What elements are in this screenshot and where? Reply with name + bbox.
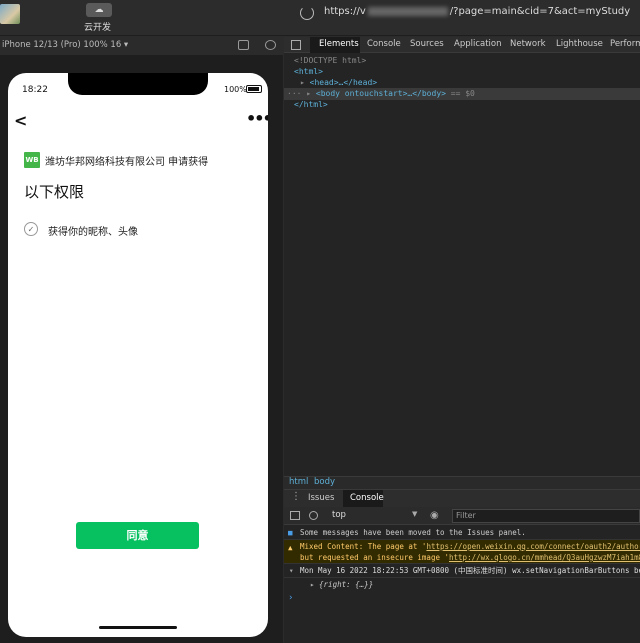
- agree-button[interactable]: 同意: [76, 522, 199, 549]
- context-value: top: [332, 510, 346, 520]
- drawer-tab-issues[interactable]: Issues: [308, 493, 334, 503]
- console-prompt-icon[interactable]: ›: [289, 593, 293, 603]
- warning-icon: ▲: [288, 543, 293, 552]
- phone-screen: 18:22 100% < ••• WB 潍坊华邦网络科技有限公司 申请获得 以下…: [8, 73, 268, 637]
- back-chevron-icon[interactable]: <: [14, 111, 27, 130]
- console-message-warning: ▲ Mixed Content: The page at 'https://ope…: [284, 540, 640, 564]
- chevron-down-icon: ▼: [412, 510, 418, 518]
- expand-triangle-icon[interactable]: ▸: [300, 78, 310, 87]
- dom-html-close[interactable]: </html>: [294, 100, 328, 109]
- log-text: Mon May 16 2022 18:22:53 GMT+0800 (中国标准时…: [300, 566, 640, 575]
- warn-link-1[interactable]: https://open.weixin.qq.com/connect/oauth…: [426, 542, 640, 551]
- dom-body-ref: == $0: [450, 89, 475, 98]
- log-object-text: {right: {…}}: [319, 580, 374, 589]
- home-indicator: [99, 626, 177, 629]
- info-icon: ■: [288, 528, 293, 537]
- console-message-issues: ■ Some messages have been moved to the Is…: [284, 527, 640, 540]
- breadcrumb-html[interactable]: html: [289, 477, 308, 487]
- expand-triangle-icon[interactable]: ▾: [289, 565, 294, 577]
- log-object[interactable]: ▸ {right: {…}}: [310, 580, 373, 589]
- issues-text: Some messages have been moved to the Iss…: [300, 528, 526, 537]
- dom-head[interactable]: ▸ <head>…</head>: [300, 78, 377, 87]
- url-bar[interactable]: https://v /?page=main&cid=7&act=myStudy: [324, 6, 630, 17]
- tab-console[interactable]: Console: [367, 39, 401, 49]
- status-time: 18:22: [22, 85, 48, 95]
- console-message-log: ▾ Mon May 16 2022 18:22:53 GMT+0800 (中国标准…: [284, 565, 640, 578]
- console-filter-input[interactable]: Filter: [452, 509, 640, 523]
- permission-item: 获得你的昵称、头像: [48, 227, 138, 238]
- drawer-menu-icon[interactable]: ⋮: [291, 491, 301, 502]
- breadcrumb-body[interactable]: body: [314, 477, 335, 487]
- battery-percent: 100%: [224, 85, 247, 94]
- drawer-tab-bar: [284, 489, 640, 507]
- warn-link-2[interactable]: http://wx.qlogo.cn/mmhead/Q3auHgzwzM7iah…: [449, 553, 640, 562]
- dom-body[interactable]: ··· ▸ <body ontouchstart>…</body> == $0: [287, 89, 475, 98]
- cloud-dev-icon[interactable]: ☁: [86, 3, 112, 17]
- company-logo: WB: [24, 152, 40, 168]
- phone-notch: [68, 73, 208, 95]
- rotate-icon[interactable]: [265, 40, 276, 50]
- expand-triangle-icon[interactable]: ▸: [310, 580, 319, 589]
- warn-text-2: but requested an insecure image ': [300, 553, 450, 562]
- inspect-element-icon[interactable]: [291, 40, 301, 50]
- context-select[interactable]: top ▼: [328, 510, 420, 522]
- tab-sources[interactable]: Sources: [410, 39, 444, 49]
- expand-triangle-icon[interactable]: ··· ▸: [287, 89, 316, 98]
- device-select[interactable]: iPhone 12/13 (Pro) 100% 16 ▾: [2, 40, 128, 50]
- tab-elements[interactable]: Elements: [319, 39, 359, 49]
- breadcrumb: [284, 476, 640, 489]
- tab-application[interactable]: Application: [454, 39, 502, 49]
- user-avatar[interactable]: [0, 4, 20, 24]
- dom-head-text: <head>…</head>: [309, 78, 378, 87]
- url-redacted: [367, 6, 448, 16]
- url-prefix: https://v: [324, 6, 366, 17]
- tab-performance[interactable]: Performa: [610, 39, 640, 49]
- tab-network[interactable]: Network: [510, 39, 546, 49]
- check-circle-icon: ✓: [24, 222, 38, 236]
- permission-title: 以下权限: [24, 183, 85, 201]
- eye-icon[interactable]: ◉: [430, 510, 439, 521]
- cloud-dev-label[interactable]: 云开发: [84, 20, 111, 33]
- tab-lighthouse[interactable]: Lighthouse: [556, 39, 603, 49]
- dom-doctype[interactable]: <!DOCTYPE html>: [294, 56, 366, 65]
- clear-console-icon[interactable]: [309, 511, 318, 520]
- popout-icon[interactable]: [238, 40, 249, 50]
- refresh-icon[interactable]: [300, 6, 314, 20]
- dom-html-open[interactable]: <html>: [294, 67, 323, 76]
- drawer-tab-console[interactable]: Console: [350, 493, 384, 503]
- company-request-text: 潍坊华邦网络科技有限公司 申请获得: [45, 157, 209, 168]
- url-suffix: /?page=main&cid=7&act=myStudy: [449, 6, 631, 17]
- sidebar-toggle-icon[interactable]: [290, 511, 300, 520]
- dom-body-text: <body ontouchstart>…</body>: [315, 89, 446, 98]
- more-dots-icon[interactable]: •••: [246, 109, 268, 128]
- battery-icon: [246, 85, 262, 93]
- warn-text-1: Mixed Content: The page at ': [300, 542, 427, 551]
